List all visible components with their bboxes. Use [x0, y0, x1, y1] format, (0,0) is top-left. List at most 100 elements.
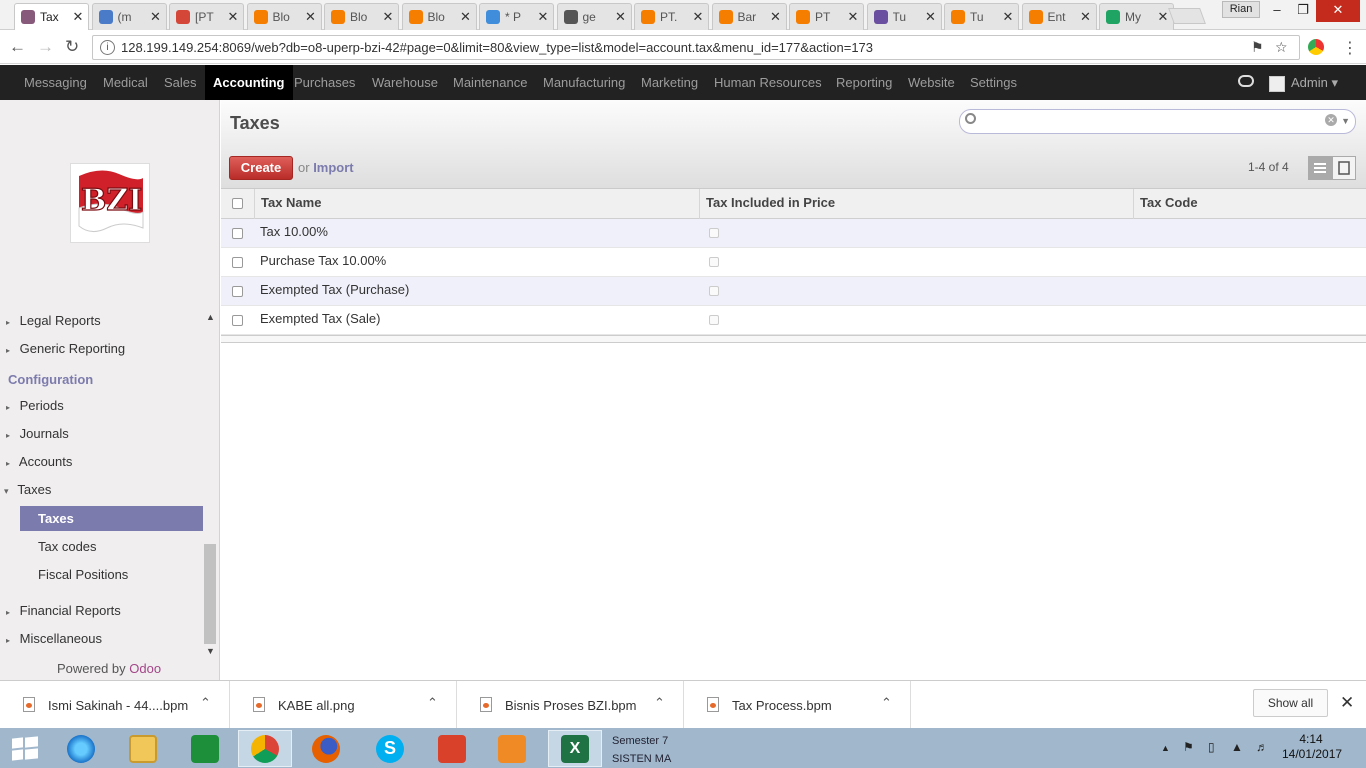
- browser-menu-icon[interactable]: ⋮: [1342, 38, 1358, 58]
- column-tax-code[interactable]: Tax Code: [1133, 189, 1366, 219]
- browser-tab[interactable]: Ent ✕: [1021, 3, 1097, 30]
- tab-close-icon[interactable]: ✕: [615, 9, 627, 25]
- minimize-icon[interactable]: –: [1264, 0, 1290, 22]
- chevron-up-icon[interactable]: ⌃: [654, 695, 665, 711]
- browser-tab[interactable]: Tu ✕: [866, 3, 942, 30]
- tab-close-icon[interactable]: ✕: [770, 9, 782, 25]
- browser-tab[interactable]: ge ✕: [556, 3, 632, 30]
- tab-close-icon[interactable]: ✕: [460, 9, 472, 25]
- download-item[interactable]: Ismi Sakinah - 44....bpm ⌃: [0, 681, 230, 729]
- sidebar-item-taxes-group[interactable]: ▾ Taxes: [4, 482, 51, 497]
- extension-icon[interactable]: [1308, 39, 1324, 55]
- table-row[interactable]: Exempted Tax (Purchase): [221, 277, 1366, 306]
- menu-settings[interactable]: Settings: [962, 65, 1025, 100]
- network-icon[interactable]: ▲: [1231, 740, 1243, 754]
- table-row[interactable]: Exempted Tax (Sale): [221, 306, 1366, 335]
- forward-icon[interactable]: →: [37, 37, 54, 57]
- site-info-icon[interactable]: i: [100, 40, 115, 55]
- tab-close-icon[interactable]: ✕: [1080, 9, 1092, 25]
- sidebar-item-periods[interactable]: ▸ Periods: [6, 398, 64, 413]
- browser-tab[interactable]: (m ✕: [91, 3, 167, 30]
- taskbar-firefox[interactable]: [299, 730, 353, 767]
- menu-purchases[interactable]: Purchases: [286, 65, 363, 100]
- tab-close-icon[interactable]: ✕: [305, 9, 317, 25]
- browser-tab[interactable]: [PT ✕: [169, 3, 244, 30]
- sidebar-scrollbar[interactable]: [204, 544, 216, 644]
- menu-accounting[interactable]: Accounting: [205, 65, 293, 100]
- download-item[interactable]: Bisnis Proses BZI.bpm ⌃: [457, 681, 684, 729]
- table-row[interactable]: Purchase Tax 10.00%: [221, 248, 1366, 277]
- row-checkbox[interactable]: [232, 228, 243, 239]
- tab-close-icon[interactable]: ✕: [150, 9, 162, 25]
- tab-close-icon[interactable]: ✕: [925, 9, 937, 25]
- chevron-up-icon[interactable]: ⌃: [881, 695, 892, 711]
- tab-close-icon[interactable]: ✕: [537, 9, 549, 25]
- tab-close-icon[interactable]: ✕: [692, 9, 704, 25]
- flag-icon[interactable]: ⚑: [1183, 740, 1194, 754]
- browser-tab[interactable]: Bar ✕: [711, 3, 787, 30]
- taskbar-chrome[interactable]: [238, 730, 292, 767]
- taskbar-app-red[interactable]: [425, 730, 479, 767]
- show-all-downloads-button[interactable]: Show all: [1253, 689, 1328, 717]
- chat-icon[interactable]: [1238, 75, 1254, 87]
- menu-sales[interactable]: Sales: [156, 65, 205, 100]
- close-window-icon[interactable]: ✕: [1316, 0, 1360, 22]
- taskbar-clock[interactable]: 4:14 14/01/2017: [1282, 732, 1342, 762]
- browser-tab[interactable]: PT ✕: [789, 3, 864, 30]
- create-button[interactable]: Create: [229, 156, 293, 180]
- company-logo[interactable]: BZI: [70, 163, 150, 243]
- browser-tab[interactable]: Blo ✕: [246, 3, 322, 30]
- back-icon[interactable]: ←: [9, 37, 26, 57]
- odoo-link[interactable]: Odoo: [129, 661, 161, 676]
- taskbar-excel[interactable]: X: [548, 730, 602, 767]
- battery-icon[interactable]: ▯: [1208, 740, 1215, 754]
- volume-icon[interactable]: ♬: [1256, 740, 1268, 754]
- row-checkbox[interactable]: [232, 315, 243, 326]
- browser-tab[interactable]: Blo ✕: [401, 3, 477, 30]
- bookmark-star-icon[interactable]: ☆: [1275, 36, 1288, 59]
- search-options-icon[interactable]: ▼: [1341, 116, 1350, 126]
- browser-tab[interactable]: PT. ✕: [634, 3, 709, 30]
- tray-expand-icon[interactable]: ▲: [1161, 743, 1170, 753]
- scroll-down-icon[interactable]: ▼: [206, 646, 215, 656]
- browser-tab[interactable]: Blo ✕: [324, 3, 399, 30]
- menu-reporting[interactable]: Reporting: [828, 65, 900, 100]
- menu-marketing[interactable]: Marketing: [633, 65, 706, 100]
- tab-close-icon[interactable]: ✕: [227, 9, 239, 25]
- menu-medical[interactable]: Medical: [95, 65, 156, 100]
- avatar[interactable]: [1269, 76, 1285, 92]
- sidebar-item-tax-codes[interactable]: Tax codes: [38, 539, 97, 554]
- start-button[interactable]: [12, 736, 38, 761]
- list-view-button[interactable]: [1308, 156, 1332, 180]
- new-tab-button[interactable]: [1168, 8, 1206, 24]
- browser-tab[interactable]: Tu ✕: [944, 3, 1019, 30]
- taskbar-folder-stack[interactable]: Semester 7 SISTEN MA: [612, 732, 671, 768]
- sidebar-item-accounts[interactable]: ▸ Accounts: [6, 454, 72, 469]
- close-downloads-icon[interactable]: ✕: [1340, 693, 1354, 713]
- menu-website[interactable]: Website: [900, 65, 963, 100]
- taskbar-store[interactable]: [178, 730, 232, 767]
- taskbar-ie[interactable]: [54, 730, 108, 767]
- user-menu[interactable]: Admin ▾: [1291, 65, 1338, 100]
- tab-close-icon[interactable]: ✕: [847, 9, 859, 25]
- column-tax-name[interactable]: Tax Name: [254, 189, 700, 219]
- tab-close-icon[interactable]: ✕: [382, 9, 394, 25]
- taskbar-explorer[interactable]: [116, 730, 170, 767]
- chevron-up-icon[interactable]: ⌃: [200, 695, 211, 711]
- restore-icon[interactable]: ❐: [1290, 0, 1316, 22]
- clear-search-icon[interactable]: ✕: [1325, 114, 1337, 126]
- column-tax-included[interactable]: Tax Included in Price: [699, 189, 1134, 219]
- search-input[interactable]: ✕ ▼: [959, 109, 1356, 134]
- download-item[interactable]: KABE all.png ⌃: [230, 681, 457, 729]
- sidebar-item-legal-reports[interactable]: ▸ Legal Reports: [6, 313, 101, 328]
- browser-tab[interactable]: * P ✕: [479, 3, 554, 30]
- sidebar-item-journals[interactable]: ▸ Journals: [6, 426, 69, 441]
- tab-close-icon[interactable]: ✕: [1002, 9, 1014, 25]
- form-view-button[interactable]: [1332, 156, 1356, 180]
- tab-close-icon[interactable]: ✕: [72, 9, 84, 25]
- download-item[interactable]: Tax Process.bpm ⌃: [684, 681, 911, 729]
- menu-human-resources[interactable]: Human Resources: [706, 65, 830, 100]
- table-row[interactable]: Tax 10.00%: [221, 219, 1366, 248]
- reload-icon[interactable]: ↻: [65, 37, 79, 57]
- row-checkbox[interactable]: [232, 286, 243, 297]
